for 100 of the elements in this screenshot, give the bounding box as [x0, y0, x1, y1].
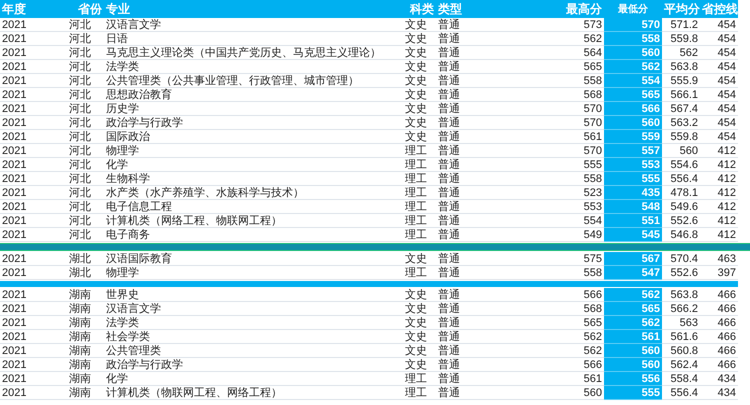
table-cell-text: 社会学类: [105, 330, 151, 344]
table-cell-text: 河北: [68, 18, 92, 32]
table-cell-text: 普通: [437, 214, 461, 228]
table-cell-text: 2021: [1, 302, 28, 316]
table-cell-text: 2021: [1, 32, 28, 46]
table-cell-text: 理工: [404, 228, 428, 242]
table-cell-text: 湖南: [68, 386, 92, 400]
table-cell-text: 文史: [404, 60, 428, 74]
table-cell-text: 2021: [1, 144, 28, 158]
min-score-cell: 559: [604, 130, 662, 144]
table-cell-text: 566.1: [669, 88, 699, 102]
table-cell-text: 2021: [1, 316, 28, 330]
table-cell-text: 普通: [437, 316, 461, 330]
table-cell-text: 普通: [437, 102, 461, 116]
table-cell-text: 河北: [68, 32, 92, 46]
column-header: 平均分: [663, 2, 700, 16]
table-cell-text: 412: [716, 214, 737, 228]
table-cell-text: 普通: [437, 288, 461, 302]
table-cell-text: 558: [582, 74, 603, 88]
table-cell-text: 562: [678, 46, 699, 60]
table-cell-text: 466: [716, 316, 737, 330]
table-cell-text: 普通: [437, 116, 461, 130]
table-cell-text: 理工: [404, 266, 428, 280]
table-cell-text: 555.9: [669, 74, 699, 88]
table-cell-text: 560: [678, 144, 699, 158]
table-cell-text: 历史学: [105, 102, 140, 116]
table-cell-text: 河北: [68, 88, 92, 102]
table-cell-text: 561: [582, 372, 603, 386]
table-cell-text: 2021: [1, 102, 28, 116]
table-cell-text: 普通: [437, 88, 461, 102]
table-cell-text: 454: [716, 46, 737, 60]
table-cell-text: 567.4: [669, 102, 699, 116]
table-cell-text: 546.8: [669, 228, 699, 242]
table-cell-text: 普通: [437, 252, 461, 266]
table-cell-text: 412: [716, 186, 737, 200]
table-cell-text: 570: [582, 144, 603, 158]
table-cell-text: 560.8: [669, 344, 699, 358]
table-cell-text: 454: [716, 60, 737, 74]
table-cell-text: 2021: [1, 130, 28, 144]
table-cell-text: 水产类（水产养殖学、水族科学与技术）: [105, 186, 305, 200]
table-cell-text: 生物科学: [105, 172, 151, 186]
table-cell-text: 434: [716, 372, 737, 386]
table-cell-text: 河北: [68, 172, 92, 186]
table-cell-text: 454: [716, 32, 737, 46]
table-cell-text: 普通: [437, 32, 461, 46]
table-cell-text: 文史: [404, 344, 428, 358]
table-cell-text: 物理学: [105, 144, 140, 158]
min-score-cell: 562: [604, 288, 662, 302]
table-cell-text: 河北: [68, 200, 92, 214]
table-cell-text: 552.6: [669, 266, 699, 280]
table-cell-text: 电子信息工程: [105, 200, 173, 214]
table-cell-text: 558: [582, 266, 603, 280]
table-cell-text: 563.8: [669, 60, 699, 74]
table-cell-text: 564: [582, 46, 603, 60]
table-cell-text: 562: [582, 330, 603, 344]
table-cell-text: 463: [716, 252, 737, 266]
table-cell-text: 河北: [68, 214, 92, 228]
table-cell-text: 文史: [404, 358, 428, 372]
table-cell-text: 466: [716, 302, 737, 316]
table-cell-text: 2021: [1, 214, 28, 228]
table-cell-text: 普通: [437, 74, 461, 88]
min-score-cell: 560: [604, 116, 662, 130]
table-cell-text: 河北: [68, 102, 92, 116]
table-cell-text: 566.2: [669, 302, 699, 316]
table-cell-text: 汉语国际教育: [105, 252, 173, 266]
table-cell-text: 理工: [404, 386, 428, 400]
table-cell-text: 2021: [1, 288, 28, 302]
min-score-cell: 553: [604, 158, 662, 172]
table-cell-text: 2021: [1, 172, 28, 186]
table-cell-text: 563: [678, 316, 699, 330]
table-cell-text: 文史: [404, 74, 428, 88]
table-cell-text: 理工: [404, 372, 428, 386]
table-cell-text: 549.6: [669, 200, 699, 214]
table-cell-text: 普通: [437, 302, 461, 316]
min-score-cell: 545: [604, 228, 662, 242]
min-score-cell: 567: [604, 252, 662, 266]
table-cell-text: 562.4: [669, 358, 699, 372]
table-cell-text: 565: [582, 316, 603, 330]
table-cell-text: 2021: [1, 330, 28, 344]
table-cell-text: 570.4: [669, 252, 699, 266]
table-cell-text: 普通: [437, 172, 461, 186]
table-cell-text: 454: [716, 102, 737, 116]
table-cell-text: 普通: [437, 330, 461, 344]
table-cell-text: 政治学与行政学: [105, 116, 184, 130]
table-cell-text: 文史: [404, 288, 428, 302]
table-cell-text: 556.4: [669, 172, 699, 186]
table-cell-text: 普通: [437, 372, 461, 386]
table-cell-text: 568: [582, 302, 603, 316]
min-score-cell: 557: [604, 144, 662, 158]
table-cell-text: 普通: [437, 186, 461, 200]
table-cell-text: 573: [582, 18, 603, 32]
table-cell-text: 文史: [404, 102, 428, 116]
table-cell-text: 文史: [404, 88, 428, 102]
table-cell-text: 454: [716, 18, 737, 32]
table-cell-text: 2021: [1, 74, 28, 88]
table-cell-text: 普通: [437, 344, 461, 358]
table-cell-text: 2021: [1, 344, 28, 358]
table-cell-text: 法学类: [105, 60, 140, 74]
column-header: 省控线: [701, 2, 738, 16]
table-cell-text: 559.8: [669, 32, 699, 46]
